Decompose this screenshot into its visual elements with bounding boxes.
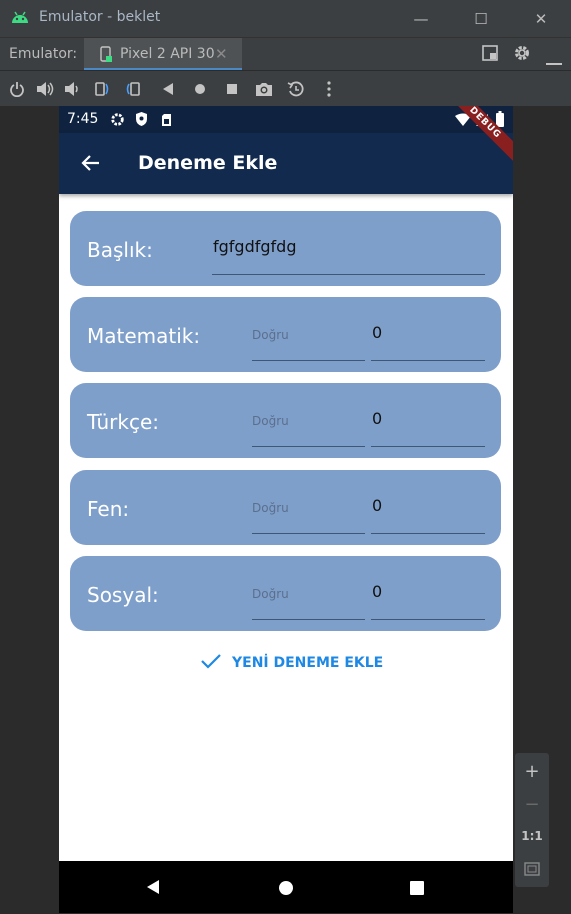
zoom-actual-size-button[interactable]: 1:1 [515, 821, 549, 851]
emulator-label: Emulator: [9, 46, 78, 62]
title-label: Başlık: [87, 238, 153, 262]
subject-label: Türkçe: [87, 410, 159, 434]
sim-card-icon [161, 112, 172, 131]
check-icon [200, 652, 222, 674]
nav-home-icon[interactable] [278, 880, 294, 900]
window-title-bar: Emulator - beklet — ☐ ✕ [0, 0, 571, 37]
wrong-input-value: 0 [372, 582, 383, 601]
wrong-input[interactable]: 0 [371, 323, 485, 361]
back-arrow-icon[interactable] [79, 151, 103, 175]
maximize-button[interactable]: ☐ [451, 0, 511, 37]
subject-card-turkce: Türkçe: Doğru 0 [70, 383, 501, 458]
android-icon [10, 9, 30, 29]
wrong-input[interactable]: 0 [371, 409, 485, 447]
correct-input[interactable]: Doğru [252, 582, 365, 620]
nav-bar [59, 861, 513, 913]
rotate-left-icon[interactable] [92, 80, 110, 98]
tab-pixel-2[interactable]: Pixel 2 API 30 ✕ [84, 38, 242, 71]
wrong-input[interactable]: 0 [371, 496, 485, 534]
volume-up-icon[interactable] [36, 80, 54, 98]
zoom-fit-icon[interactable] [515, 854, 549, 884]
nav-overview-icon[interactable] [409, 880, 425, 900]
subject-label: Matematik: [87, 324, 201, 348]
tab-label: Pixel 2 API 30 [120, 46, 215, 62]
window-title: Emulator - beklet [39, 9, 161, 25]
camera-icon[interactable] [255, 80, 273, 98]
snapshot-icon[interactable] [287, 80, 305, 98]
status-bar: 7:45 [59, 106, 513, 133]
correct-placeholder: Doğru [252, 328, 289, 342]
power-icon[interactable] [8, 80, 26, 98]
wrong-input-value: 0 [372, 323, 383, 342]
app-bar: Deneme Ekle [59, 133, 513, 194]
correct-input[interactable]: Doğru [252, 496, 365, 534]
correct-placeholder: Doğru [252, 587, 289, 601]
status-time: 7:45 [67, 111, 99, 127]
device-icon [99, 46, 113, 67]
more-options-icon[interactable] [320, 80, 338, 98]
correct-input[interactable]: Doğru [252, 323, 365, 361]
correct-input[interactable]: Doğru [252, 409, 365, 447]
add-exam-label: YENİ DENEME EKLE [232, 655, 384, 671]
settings-status-icon [110, 112, 125, 131]
volume-down-icon[interactable] [63, 80, 81, 98]
nav-back-icon[interactable] [145, 879, 161, 899]
zoom-in-button[interactable]: + [515, 756, 549, 786]
subject-label: Fen: [87, 497, 130, 521]
page-title: Deneme Ekle [138, 152, 278, 174]
layout-icon[interactable] [482, 45, 498, 65]
emulator-tab-bar: Emulator: Pixel 2 API 30 ✕ [0, 37, 571, 71]
shield-status-icon [135, 111, 148, 131]
back-icon[interactable] [159, 80, 177, 98]
emulator-toolbar [0, 70, 571, 106]
add-exam-button[interactable]: YENİ DENEME EKLE [200, 651, 383, 675]
wrong-input-value: 0 [372, 496, 383, 515]
wrong-input[interactable]: 0 [371, 582, 485, 620]
subject-card-sosyal: Sosyal: Doğru 0 [70, 556, 501, 631]
phone-screen: 7:45 Deneme Ekle DEBUG Başlık: fgfgdfgfd… [59, 106, 513, 913]
subject-card-matematik: Matematik: Doğru 0 [70, 297, 501, 372]
zoom-out-button[interactable]: − [515, 789, 549, 819]
title-card: Başlık: fgfgdfgfdg [70, 211, 501, 286]
correct-placeholder: Doğru [252, 414, 289, 428]
subject-card-fen: Fen: Doğru 0 [70, 470, 501, 545]
correct-placeholder: Doğru [252, 501, 289, 515]
minimize-button[interactable]: — [391, 0, 451, 37]
zoom-controls: + − 1:1 [515, 753, 549, 887]
subject-label: Sosyal: [87, 583, 159, 607]
title-input[interactable]: fgfgdfgfdg [212, 237, 485, 275]
title-input-value: fgfgdfgfdg [213, 237, 297, 256]
hide-panel-icon[interactable] [546, 52, 562, 70]
close-button[interactable]: ✕ [511, 0, 571, 37]
wrong-input-value: 0 [372, 409, 383, 428]
rotate-right-icon[interactable] [125, 80, 143, 98]
gear-icon[interactable] [513, 44, 531, 66]
overview-icon[interactable] [223, 80, 241, 98]
tab-close-icon[interactable]: ✕ [215, 45, 228, 63]
home-icon[interactable] [191, 80, 209, 98]
